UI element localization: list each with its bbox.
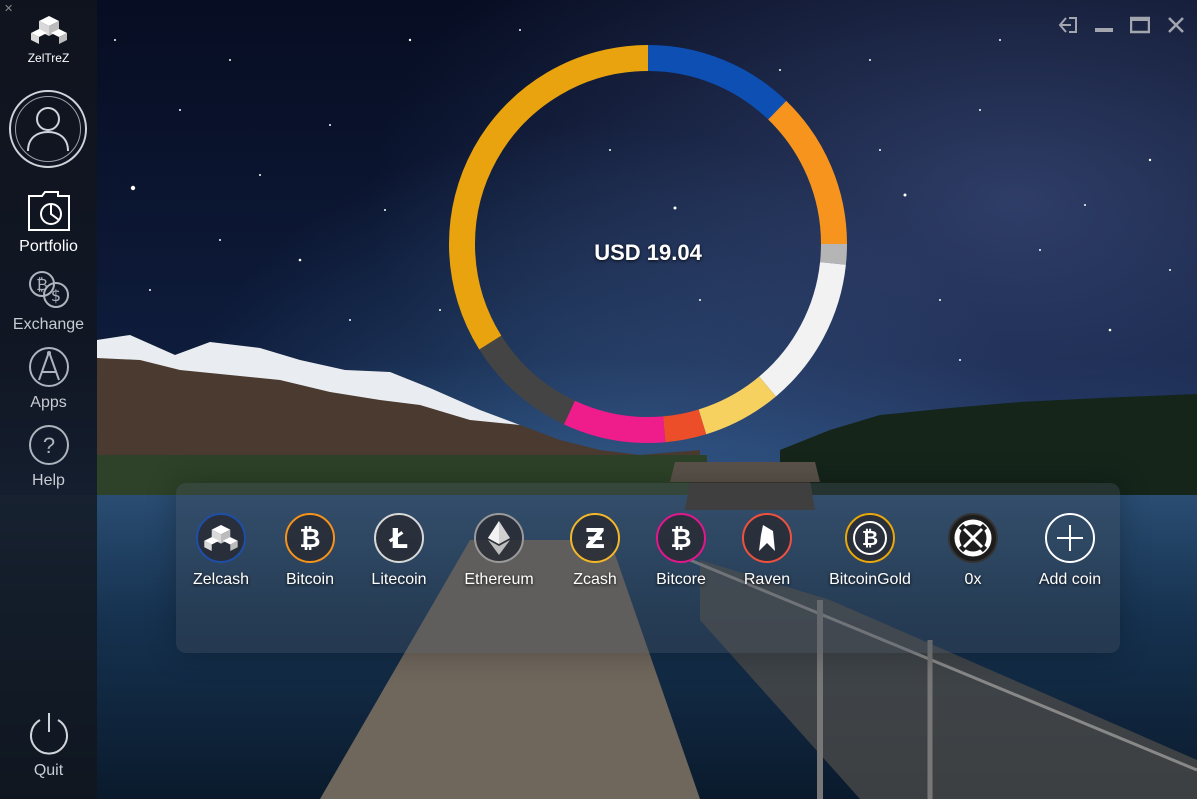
logout-icon[interactable] [1057,14,1079,36]
coin-name: Raven [743,571,791,588]
zelcash-icon [196,513,246,563]
quit-button[interactable]: Quit [0,710,97,780]
coin-name: Ethereum [464,571,534,588]
litecoin-icon: Ł [374,513,424,563]
coin-name: Litecoin [371,571,427,588]
app-name: ZelTreZ [27,51,70,65]
sidebar-item-label: Exchange [12,316,85,333]
donut-segment [768,100,847,245]
zcash-icon: Ƶ [570,513,620,563]
coin-bitcoingold[interactable]: ₿ BitcoinGold [815,513,925,589]
sidebar-item-label: Apps [30,394,67,411]
maximize-icon[interactable] [1129,14,1151,36]
add-icon [1045,513,1095,563]
bitcoin-icon: ₿ [285,513,335,563]
donut-segment [759,261,846,397]
zeltrez-logo-icon [30,16,67,44]
sidebar-item-label: Portfolio [19,238,78,255]
corner-close-icon[interactable]: ✕ [4,2,13,15]
0x-icon [948,513,998,563]
sidebar-item-portfolio[interactable]: Portfolio [0,190,97,256]
portfolio-total: USD 19.04 [594,240,702,265]
help-icon: ? [28,425,69,465]
donut-segment [647,45,787,120]
sidebar-item-help[interactable]: ? Help [0,424,97,490]
coin-name: 0x [964,571,982,588]
donut-segment [449,45,649,350]
svg-text:₿: ₿ [36,275,48,294]
avatar[interactable] [9,90,87,168]
coin-0x[interactable]: 0x [918,513,1028,589]
user-icon [27,107,69,152]
donut-segment [698,376,776,435]
donut-segment [563,400,666,443]
sidebar-item-apps[interactable]: Apps [0,346,97,412]
sidebar: ✕ ZelTreZ Portfolio ₿ $ Exchange Apps ? … [0,0,97,799]
coin-name: BitcoinGold [829,571,911,588]
brand: ZelTreZ [0,16,97,65]
minimize-icon[interactable] [1093,14,1115,36]
window-controls [1057,14,1187,36]
donut-segment [479,335,576,425]
donut-segment [662,409,707,443]
exchange-icon: ₿ $ [28,271,69,308]
quit-label: Quit [33,762,64,779]
coin-name: Add coin [1038,571,1102,588]
apps-compass-icon [28,347,69,387]
add-coin-button[interactable]: Add coin [1015,513,1125,589]
ethereum-icon [474,513,524,563]
svg-text:?: ? [42,433,54,458]
power-icon [29,713,68,755]
coin-ethereum[interactable]: Ethereum [444,513,554,589]
sidebar-item-label: Help [32,472,65,489]
portfolio-folder-icon [27,191,70,231]
coin-litecoin[interactable]: Ł Litecoin [344,513,454,589]
bitcoingold-icon: ₿ [845,513,895,563]
bitcore-icon: ₿ [656,513,706,563]
raven-icon [742,513,792,563]
close-icon[interactable] [1165,14,1187,36]
coin-raven[interactable]: Raven [712,513,822,589]
sidebar-item-exchange[interactable]: ₿ $ Exchange [0,268,97,334]
svg-text:$: $ [50,286,60,305]
